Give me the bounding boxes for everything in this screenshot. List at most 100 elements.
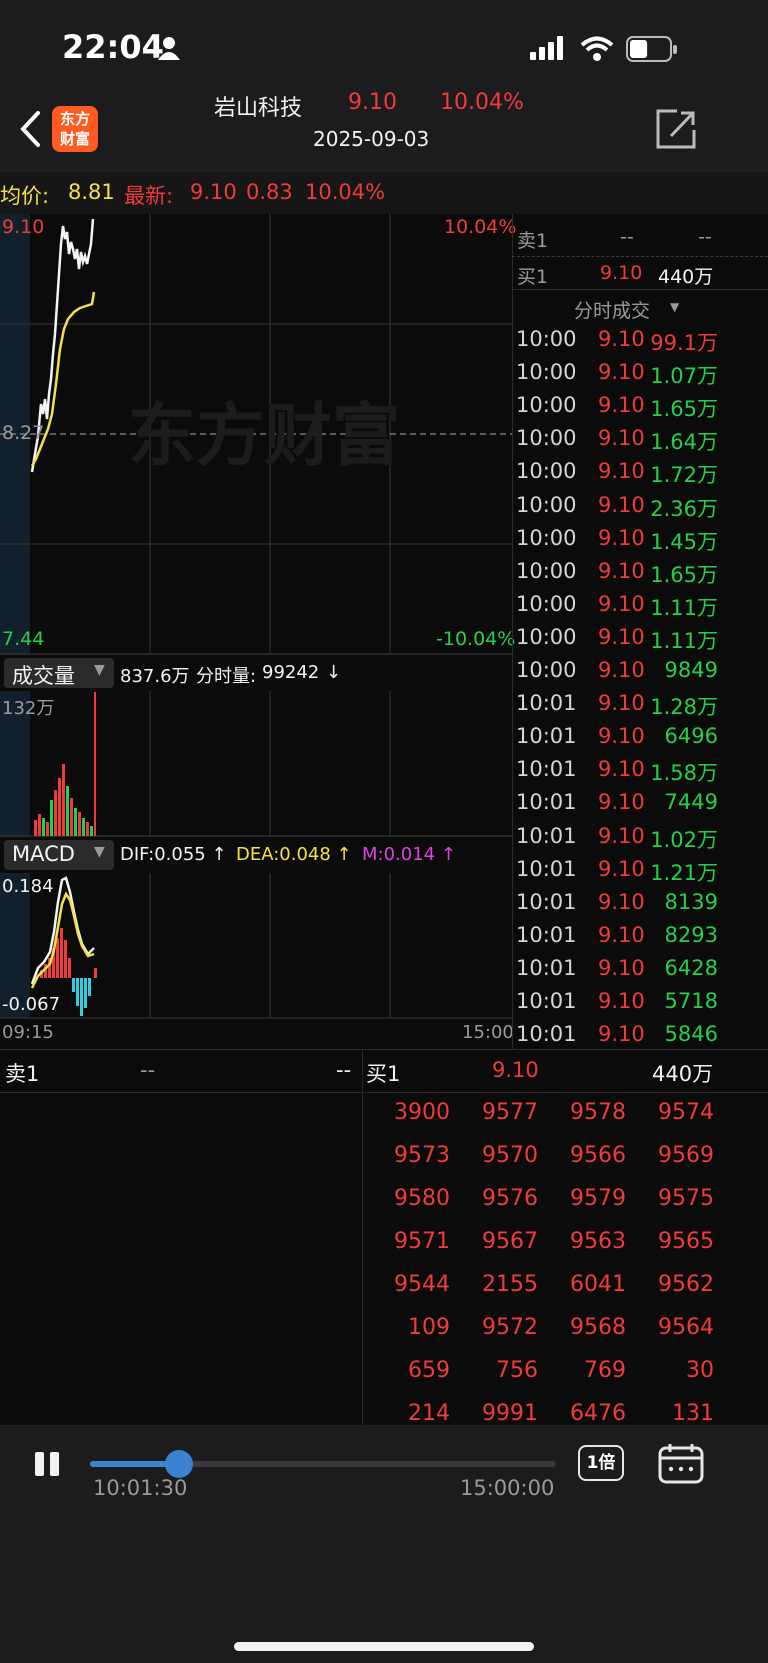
- macd-selector[interactable]: MACD ▼: [4, 840, 114, 870]
- queue-order: 9570: [482, 1143, 538, 1168]
- queue-order: 6041: [570, 1272, 626, 1297]
- tick-time: 10:00: [516, 624, 577, 649]
- tick-volume: 1.65万: [650, 562, 718, 587]
- tick-volume: 9849: [664, 658, 718, 682]
- volume-selector-label: 成交量: [12, 664, 75, 688]
- queue-sell1-label: 卖1: [5, 1062, 40, 1086]
- time-axis-end: 15:00: [462, 1022, 514, 1043]
- queue-order: 9991: [482, 1401, 538, 1426]
- logo-text-top: 东方: [59, 110, 90, 128]
- queue-row: 9580 9576 9579 9575: [380, 1186, 768, 1231]
- tick-time: 10:00: [516, 558, 577, 583]
- tick-price: 9.10: [598, 459, 645, 484]
- status-time: 22:04: [62, 28, 164, 66]
- tick-row: 10:01 9.10 8293: [516, 923, 768, 958]
- home-indicator[interactable]: [234, 1642, 534, 1651]
- ticks-header[interactable]: 分时成交: [574, 296, 650, 323]
- tick-time: 10:00: [516, 393, 577, 418]
- side-sell1-vol: --: [698, 226, 712, 248]
- tick-price: 9.10: [598, 823, 645, 848]
- queue-order: 9572: [482, 1315, 538, 1340]
- side-buy1-vol: 440万: [658, 266, 714, 288]
- queue-order: 9574: [658, 1100, 714, 1125]
- tick-volume: 1.72万: [650, 463, 718, 488]
- tick-time: 10:01: [516, 823, 577, 848]
- tick-price: 9.10: [598, 525, 645, 550]
- tick-row: 10:00 9.10 1.11万: [516, 625, 768, 660]
- queue-order: 9565: [658, 1229, 714, 1254]
- queue-order: 9573: [394, 1143, 450, 1168]
- tick-row: 10:00 9.10 2.36万: [516, 493, 768, 528]
- tick-volume: 1.65万: [650, 397, 718, 422]
- chevron-down-icon: ▼: [94, 662, 105, 678]
- queue-row: 3900 9577 9578 9574: [380, 1100, 768, 1145]
- back-icon[interactable]: [18, 110, 44, 148]
- volume-selector[interactable]: 成交量 ▼: [4, 658, 114, 688]
- tick-time: 10:01: [516, 790, 577, 815]
- tick-price: 9.10: [598, 989, 645, 1013]
- tick-time: 10:00: [516, 360, 577, 385]
- watermark: 东方财富: [128, 397, 400, 476]
- battery-icon: [626, 36, 677, 62]
- tick-time: 10:01: [516, 922, 577, 947]
- tick-row: 10:01 9.10 1.58万: [516, 757, 768, 792]
- queue-order: 9575: [658, 1186, 714, 1211]
- header-date: 2025-09-03: [313, 127, 430, 151]
- tick-row: 10:00 9.10 1.65万: [516, 559, 768, 594]
- tick-volume: 5846: [664, 1022, 718, 1047]
- tick-volume: 1.45万: [650, 529, 718, 554]
- tick-row: 10:00 9.10 1.64万: [516, 426, 768, 461]
- tick-row: 10:00 9.10 1.11万: [516, 592, 768, 627]
- tick-volume: 1.02万: [650, 827, 718, 852]
- fenshi-label: 分时量:: [196, 666, 257, 687]
- tick-row: 10:00 9.10 1.45万: [516, 525, 768, 561]
- latest-label: 最新:: [124, 184, 174, 208]
- latest-change: 0.83: [246, 180, 293, 204]
- tick-price: 9.10: [598, 691, 645, 716]
- tick-time: 10:00: [516, 426, 577, 451]
- tick-price: 9.10: [598, 889, 645, 914]
- queue-row: 659 756 769 30: [380, 1358, 768, 1403]
- queue-buy1-label: 买1: [366, 1062, 401, 1086]
- queue-order: 6476: [570, 1401, 626, 1426]
- fenshi-arrow: ↓: [326, 662, 342, 683]
- tick-volume: 2.36万: [650, 496, 718, 521]
- calendar-icon[interactable]: [658, 1442, 704, 1484]
- queue-order: 756: [496, 1358, 538, 1383]
- progress-track[interactable]: [90, 1450, 556, 1478]
- tick-time: 10:01: [516, 1022, 577, 1047]
- tick-price: 9.10: [598, 327, 645, 351]
- progress-thumb[interactable]: [164, 1450, 193, 1478]
- tick-time: 10:00: [516, 525, 577, 550]
- tick-volume: 1.11万: [650, 628, 718, 653]
- tick-row: 10:00 9.10 1.65万: [516, 393, 768, 428]
- tick-volume: 6428: [664, 955, 718, 980]
- share-icon[interactable]: [655, 108, 697, 150]
- tick-volume: 5718: [664, 989, 718, 1013]
- tick-time: 10:01: [516, 889, 577, 914]
- tick-volume: 1.58万: [650, 761, 718, 786]
- queue-order: 9576: [482, 1186, 538, 1211]
- mid-price-label: 8.27: [2, 422, 45, 444]
- queue-order: 9566: [570, 1143, 626, 1168]
- queue-sell1-price: --: [140, 1058, 156, 1082]
- signal-icon: [530, 36, 563, 60]
- pause-icon[interactable]: [33, 1450, 61, 1478]
- queue-order: 131: [672, 1401, 714, 1426]
- tick-row: 10:01 9.10 6428: [516, 955, 768, 991]
- tick-row: 10:01 9.10 6496: [516, 724, 768, 759]
- queue-order: 9544: [394, 1272, 450, 1297]
- fenshi-value: 99242: [262, 662, 320, 683]
- volume-max-label: 132万: [2, 698, 55, 719]
- tick-volume: 7449: [664, 790, 718, 815]
- logo-text-bottom: 财富: [59, 130, 90, 148]
- queue-order: 9569: [658, 1143, 714, 1168]
- latest-change-pct: 10.04%: [305, 180, 386, 204]
- tick-price: 9.10: [598, 658, 645, 682]
- speed-button[interactable]: 1倍: [578, 1445, 624, 1481]
- time-axis-start: 09:15: [2, 1022, 54, 1043]
- latest-value: 9.10: [190, 180, 237, 204]
- queue-order: 9563: [570, 1229, 626, 1254]
- tick-price: 9.10: [598, 360, 645, 385]
- tick-price: 9.10: [598, 393, 645, 418]
